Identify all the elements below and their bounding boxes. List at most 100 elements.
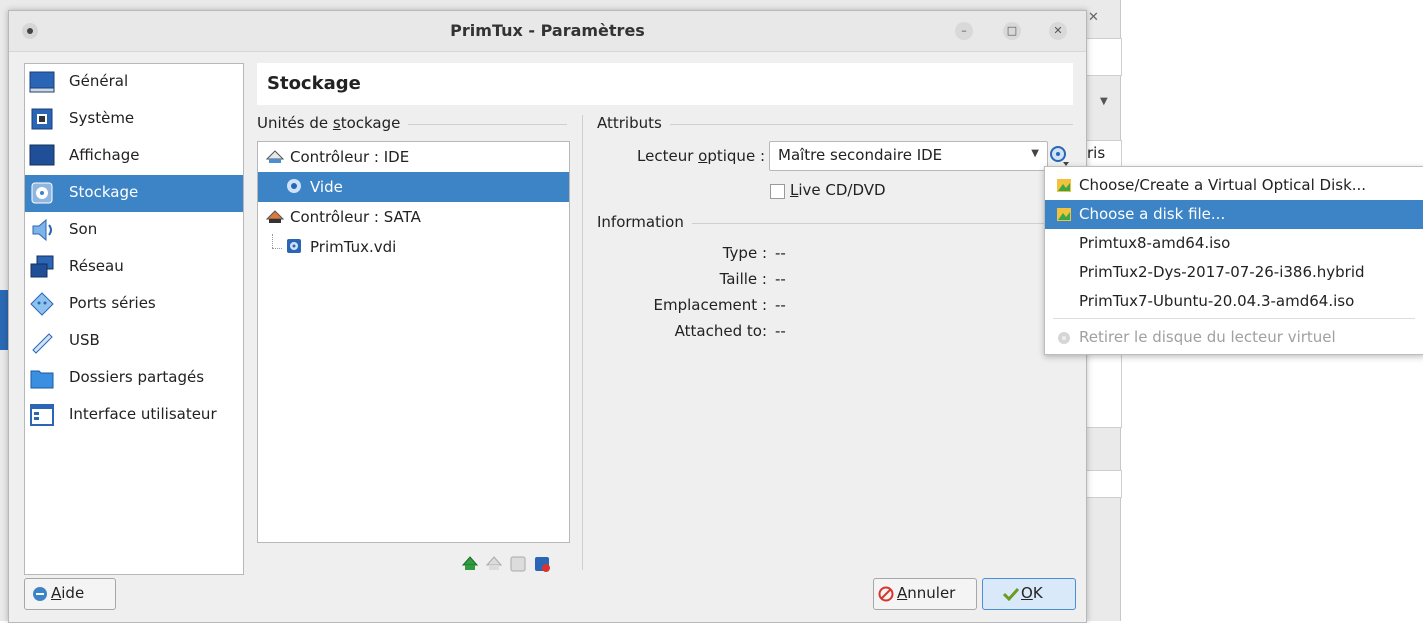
- cancel-icon: [878, 586, 894, 602]
- info-location-value: --: [775, 296, 786, 314]
- tree-item-label: Vide: [310, 178, 343, 196]
- remove-controller-icon[interactable]: [485, 555, 503, 573]
- sidebar-item-usb[interactable]: USB: [25, 323, 243, 360]
- tree-item-label: Contrôleur : SATA: [290, 208, 421, 226]
- menu-item-iso-1[interactable]: Primtux8-amd64.iso: [1045, 229, 1423, 258]
- sidebar-item-network[interactable]: Réseau: [25, 249, 243, 286]
- menu-item-label: PrimTux7-Ubuntu-20.04.3-amd64.iso: [1079, 292, 1355, 310]
- background-button: ris: [1086, 140, 1122, 168]
- disk-popup-menu: Choose/Create a Virtual Optical Disk... …: [1044, 166, 1423, 355]
- user-interface-icon: [30, 404, 54, 426]
- tree-item-sata-controller[interactable]: Contrôleur : SATA: [258, 202, 569, 232]
- menu-item-remove-disk: Retirer le disque du lecteur virtuel: [1045, 323, 1423, 352]
- sata-controller-icon: [266, 210, 284, 223]
- info-type-label: Type :: [722, 244, 767, 262]
- info-location-label: Emplacement :: [653, 296, 768, 314]
- system-icon: [31, 108, 53, 130]
- info-type-value: --: [775, 244, 786, 262]
- info-attached-value: --: [775, 322, 786, 340]
- window-title: PrimTux - Paramètres: [450, 21, 645, 40]
- sidebar-item-display[interactable]: Affichage: [25, 138, 243, 175]
- sidebar-item-audio[interactable]: Son: [25, 212, 243, 249]
- title-bar: PrimTux - Paramètres – □ ✕: [9, 11, 1086, 52]
- information-group-label: Information: [597, 213, 692, 231]
- info-size-label: Taille :: [719, 270, 767, 288]
- optical-disk-create-icon: [1057, 179, 1071, 192]
- ok-button-label: OK: [1021, 584, 1043, 602]
- menu-item-choose-create-optical-disk[interactable]: Choose/Create a Virtual Optical Disk...: [1045, 171, 1423, 200]
- tree-item-ide-controller[interactable]: Contrôleur : IDE: [258, 142, 569, 172]
- chevron-down-icon: ▼: [1031, 148, 1039, 159]
- sidebar-item-label: USB: [69, 331, 100, 349]
- sidebar-item-storage[interactable]: Stockage: [25, 175, 243, 212]
- sidebar-item-label: Stockage: [69, 183, 139, 201]
- attributes-group-label: Attributs: [597, 114, 670, 132]
- disk-file-icon: [1057, 208, 1071, 221]
- menu-item-label: Primtux8-amd64.iso: [1079, 234, 1231, 252]
- settings-dialog: PrimTux - Paramètres – □ ✕ Général Systè…: [8, 10, 1087, 623]
- help-icon: [33, 587, 47, 601]
- optical-drive-label: Lecteur optique :: [637, 147, 765, 165]
- menu-item-choose-disk-file[interactable]: Choose a disk file...: [1045, 200, 1423, 229]
- usb-icon: [32, 333, 53, 354]
- sidebar-item-label: Système: [69, 109, 135, 127]
- category-list: Général Système Affichage Stockage Son R…: [24, 63, 244, 575]
- serial-ports-icon: [30, 292, 54, 316]
- background-field: [1086, 470, 1122, 498]
- shared-folders-icon: [30, 370, 54, 389]
- minimize-button[interactable]: –: [955, 22, 973, 40]
- sidebar-item-label: Dossiers partagés: [69, 368, 205, 386]
- help-button[interactable]: Aide: [24, 578, 116, 610]
- help-button-label: Aide: [51, 584, 85, 602]
- info-attached-label: Attached to:: [674, 322, 767, 340]
- add-controller-icon[interactable]: [461, 555, 479, 573]
- storage-icon: [31, 182, 53, 204]
- sidebar-item-label: Interface utilisateur: [69, 405, 217, 423]
- optical-drive-value: Maître secondaire IDE: [778, 146, 943, 164]
- panel-separator: [582, 115, 583, 570]
- display-icon: [29, 144, 55, 166]
- menu-item-iso-3[interactable]: PrimTux7-Ubuntu-20.04.3-amd64.iso: [1045, 287, 1423, 316]
- hard-disk-icon: [287, 239, 301, 253]
- sidebar-item-label: Général: [69, 72, 129, 90]
- menu-item-iso-2[interactable]: PrimTux2-Dys-2017-07-26-i386.hybrid: [1045, 258, 1423, 287]
- ok-button[interactable]: OK: [982, 578, 1076, 610]
- sidebar-item-label: Affichage: [69, 146, 140, 164]
- background-selection: [0, 290, 8, 350]
- tree-item-label: PrimTux.vdi: [310, 238, 397, 256]
- sidebar-item-shared-folders[interactable]: Dossiers partagés: [25, 360, 243, 397]
- background-dropdown-icon: ▼: [1100, 96, 1108, 107]
- page-title: Stockage: [267, 73, 361, 94]
- background-close-icon: ✕: [1088, 10, 1099, 25]
- choose-disk-icon[interactable]: [1050, 145, 1070, 167]
- background-panel: [1086, 38, 1122, 76]
- sidebar-item-general[interactable]: Général: [25, 64, 243, 101]
- remove-disk-icon: [1058, 332, 1070, 344]
- background-button-text: ris: [1087, 144, 1106, 162]
- sidebar-item-label: Réseau: [69, 257, 124, 275]
- sidebar-item-user-interface[interactable]: Interface utilisateur: [25, 397, 243, 434]
- close-button[interactable]: ✕: [1049, 22, 1067, 40]
- menu-item-label: Choose a disk file...: [1079, 205, 1226, 223]
- ide-controller-icon: [266, 150, 284, 163]
- menu-item-label: Retirer le disque du lecteur virtuel: [1079, 328, 1336, 346]
- sidebar-item-serial-ports[interactable]: Ports séries: [25, 286, 243, 323]
- add-attachment-icon[interactable]: [509, 555, 527, 573]
- info-size-value: --: [775, 270, 786, 288]
- general-icon: [29, 71, 55, 93]
- remove-attachment-icon[interactable]: [533, 555, 551, 573]
- tree-item-empty-drive[interactable]: Vide: [258, 172, 569, 202]
- tree-item-label: Contrôleur : IDE: [290, 148, 410, 166]
- optical-drive-select[interactable]: Maître secondaire IDE ▼: [769, 141, 1048, 171]
- live-cd-checkbox[interactable]: [770, 184, 785, 199]
- sidebar-item-system[interactable]: Système: [25, 101, 243, 138]
- optical-disc-icon: [287, 179, 301, 193]
- network-icon: [30, 255, 54, 278]
- checkmark-icon: [1003, 587, 1019, 601]
- tree-item-hard-disk[interactable]: PrimTux.vdi: [258, 232, 569, 262]
- sidebar-item-label: Ports séries: [69, 294, 156, 312]
- storage-tree: Contrôleur : IDE Vide Contrôleur : SATA …: [257, 141, 570, 543]
- maximize-button[interactable]: □: [1003, 22, 1021, 40]
- cancel-button[interactable]: Annuler: [873, 578, 977, 610]
- menu-item-label: Choose/Create a Virtual Optical Disk...: [1079, 176, 1367, 194]
